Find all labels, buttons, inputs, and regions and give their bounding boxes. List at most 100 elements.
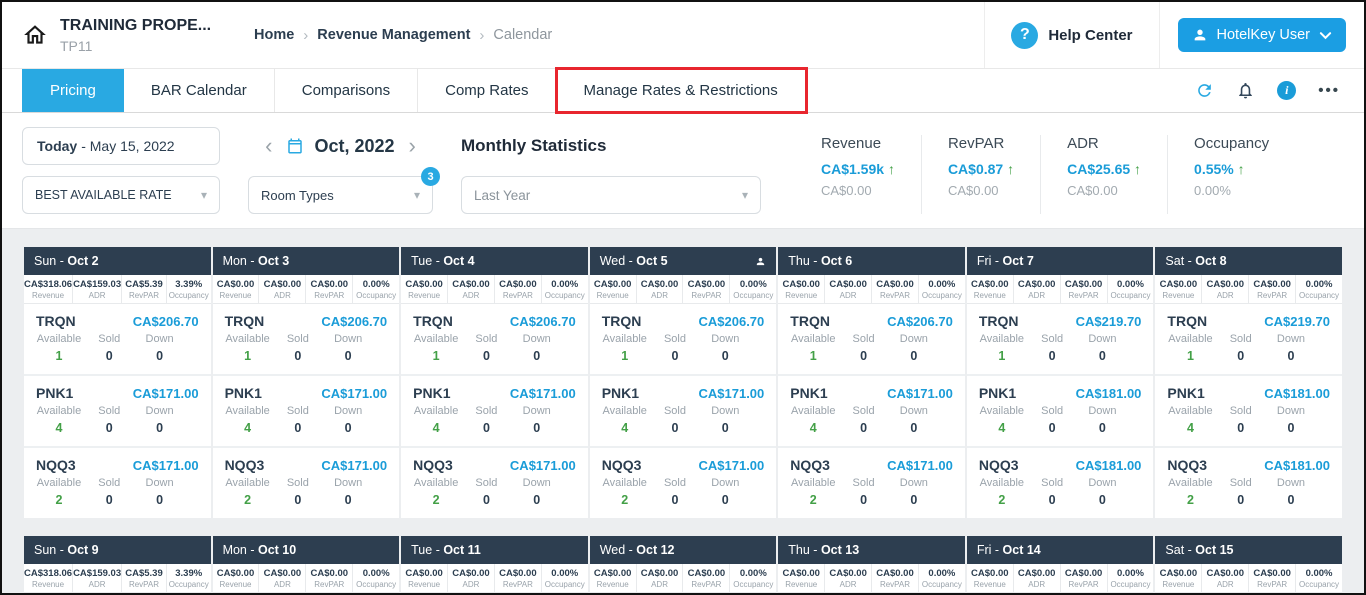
room-row[interactable]: PNK1CA$171.00Available4Sold0Down0 — [401, 376, 588, 448]
room-price[interactable]: CA$171.00 — [887, 458, 953, 473]
day-header[interactable]: Mon - Oct 3 — [213, 247, 400, 275]
room-price[interactable]: CA$171.00 — [510, 386, 576, 401]
brand-text: TRAINING PROPE... TP11 — [60, 17, 211, 54]
day-header[interactable]: Sat - Oct 15 — [1155, 536, 1342, 564]
room-row[interactable]: TRQNCA$206.70Available1Sold0Down0 — [778, 304, 965, 376]
room-code: TRQN — [1167, 313, 1207, 329]
day-header[interactable]: Tue - Oct 4 — [401, 247, 588, 275]
day-header[interactable]: Thu - Oct 6 — [778, 247, 965, 275]
room-price[interactable]: CA$206.70 — [699, 314, 765, 329]
breadcrumb-item-revenue-management[interactable]: Revenue Management — [317, 27, 470, 43]
comparison-select[interactable]: Last Year ▾ — [461, 176, 761, 214]
day-header[interactable]: Wed - Oct 12 — [590, 536, 777, 564]
room-row[interactable]: TRQNCA$219.70Available1Sold0Down0 — [1155, 304, 1342, 376]
sold-label: Sold — [841, 477, 887, 489]
prev-month-icon[interactable]: ‹ — [261, 135, 276, 157]
room-price[interactable]: CA$171.00 — [321, 458, 387, 473]
room-row[interactable]: NQQ3CA$171.00Available2Sold0Down0 — [213, 448, 400, 518]
day-stat-value: CA$0.00 — [1202, 279, 1248, 290]
day-header[interactable]: Mon - Oct 10 — [213, 536, 400, 564]
room-price[interactable]: CA$219.70 — [1264, 314, 1330, 329]
room-row[interactable]: NQQ3CA$171.00Available2Sold0Down0 — [778, 448, 965, 518]
day-header[interactable]: Sun - Oct 9 — [24, 536, 211, 564]
sold-count: 0 — [841, 493, 887, 507]
room-row[interactable]: PNK1CA$181.00Available4Sold0Down0 — [967, 376, 1154, 448]
room-price[interactable]: CA$181.00 — [1076, 386, 1142, 401]
user-menu-button[interactable]: HotelKey User — [1178, 18, 1346, 52]
room-row[interactable]: TRQNCA$219.70Available1Sold0Down0 — [967, 304, 1154, 376]
breadcrumb-item-home[interactable]: Home — [254, 27, 294, 43]
room-price[interactable]: CA$171.00 — [133, 386, 199, 401]
room-price[interactable]: CA$181.00 — [1076, 458, 1142, 473]
day-card: Wed - Oct 5CA$0.00RevenueCA$0.00ADRCA$0.… — [590, 247, 777, 518]
today-label: Today — [37, 138, 77, 154]
room-row[interactable]: TRQNCA$206.70Available1Sold0Down0 — [401, 304, 588, 376]
down-count: 0 — [325, 493, 371, 507]
down-label: Down — [1079, 477, 1125, 489]
tab-comparisons[interactable]: Comparisons — [275, 69, 418, 112]
day-header[interactable]: Sun - Oct 2 — [24, 247, 211, 275]
room-row[interactable]: NQQ3CA$171.00Available2Sold0Down0 — [401, 448, 588, 518]
room-row[interactable]: PNK1CA$171.00Available4Sold0Down0 — [213, 376, 400, 448]
room-row[interactable]: TRQNCA$206.70Available1Sold0Down0 — [590, 304, 777, 376]
rate-plan-select[interactable]: BEST AVAILABLE RATE ▾ — [22, 176, 220, 214]
day-stats: CA$0.00RevenueCA$0.00ADRCA$0.00RevPAR0.0… — [1155, 564, 1342, 593]
available-label: Available — [1167, 477, 1213, 489]
day-header[interactable]: Sat - Oct 8 — [1155, 247, 1342, 275]
room-row[interactable]: TRQNCA$206.70Available1Sold0Down0 — [213, 304, 400, 376]
help-center-button[interactable]: ? Help Center — [984, 2, 1158, 68]
room-row[interactable]: PNK1CA$171.00Available4Sold0Down0 — [24, 376, 211, 448]
room-price[interactable]: CA$171.00 — [699, 458, 765, 473]
sold-count: 0 — [1218, 349, 1264, 363]
day-stats: CA$0.00RevenueCA$0.00ADRCA$0.00RevPAR0.0… — [213, 564, 400, 593]
room-row[interactable]: NQQ3CA$171.00Available2Sold0Down0 — [590, 448, 777, 518]
day-stat-label: ADR — [825, 291, 871, 300]
room-price[interactable]: CA$206.70 — [321, 314, 387, 329]
tab-comp-rates[interactable]: Comp Rates — [418, 69, 556, 112]
day-header[interactable]: Tue - Oct 11 — [401, 536, 588, 564]
room-price[interactable]: CA$206.70 — [510, 314, 576, 329]
room-price[interactable]: CA$181.00 — [1264, 386, 1330, 401]
room-row[interactable]: NQQ3CA$181.00Available2Sold0Down0 — [1155, 448, 1342, 518]
down-count: 0 — [514, 421, 560, 435]
room-row[interactable]: TRQNCA$206.70Available1Sold0Down0 — [24, 304, 211, 376]
room-price[interactable]: CA$206.70 — [133, 314, 199, 329]
day-card: Sun - Oct 2CA$318.06RevenueCA$159.03ADRC… — [24, 247, 211, 518]
day-header[interactable]: Fri - Oct 14 — [967, 536, 1154, 564]
day-header[interactable]: Fri - Oct 7 — [967, 247, 1154, 275]
day-stats: CA$0.00RevenueCA$0.00ADRCA$0.00RevPAR0.0… — [401, 564, 588, 593]
notifications-bell-icon[interactable] — [1236, 81, 1255, 100]
room-price[interactable]: CA$171.00 — [133, 458, 199, 473]
info-icon[interactable]: i — [1277, 81, 1296, 100]
refresh-icon[interactable] — [1195, 81, 1214, 100]
room-row[interactable]: PNK1CA$171.00Available4Sold0Down0 — [590, 376, 777, 448]
day-header[interactable]: Thu - Oct 13 — [778, 536, 965, 564]
room-row[interactable]: PNK1CA$181.00Available4Sold0Down0 — [1155, 376, 1342, 448]
room-price[interactable]: CA$171.00 — [321, 386, 387, 401]
home-icon[interactable] — [22, 22, 48, 48]
room-row[interactable]: NQQ3CA$171.00Available2Sold0Down0 — [24, 448, 211, 518]
room-price[interactable]: CA$206.70 — [887, 314, 953, 329]
day-stat-occupancy: 0.00%Occupancy — [353, 564, 399, 592]
room-row[interactable]: NQQ3CA$181.00Available2Sold0Down0 — [967, 448, 1154, 518]
tab-manage-rates-restrictions[interactable]: Manage Rates & Restrictions — [557, 69, 806, 112]
down-label: Down — [514, 333, 560, 345]
tab-bar-calendar[interactable]: BAR Calendar — [124, 69, 275, 112]
room-price[interactable]: CA$171.00 — [887, 386, 953, 401]
room-price[interactable]: CA$171.00 — [699, 386, 765, 401]
room-price[interactable]: CA$181.00 — [1264, 458, 1330, 473]
tab-pricing[interactable]: Pricing — [22, 69, 124, 112]
room-row[interactable]: PNK1CA$171.00Available4Sold0Down0 — [778, 376, 965, 448]
room-price[interactable]: CA$171.00 — [510, 458, 576, 473]
day-header[interactable]: Wed - Oct 5 — [590, 247, 777, 275]
today-button[interactable]: Today - May 15, 2022 — [22, 127, 220, 165]
room-code: TRQN — [602, 313, 642, 329]
room-types-select[interactable]: Room Types ▾ — [248, 176, 433, 214]
room-price[interactable]: CA$219.70 — [1076, 314, 1142, 329]
day-stat-label: Occupancy — [1108, 291, 1154, 300]
stat-label: Revenue — [821, 135, 895, 152]
day-stat-label: RevPAR — [122, 580, 166, 589]
day-stats: CA$0.00RevenueCA$0.00ADRCA$0.00RevPAR0.0… — [1155, 275, 1342, 304]
next-month-icon[interactable]: › — [405, 135, 420, 157]
more-options-icon[interactable]: ••• — [1318, 86, 1340, 96]
